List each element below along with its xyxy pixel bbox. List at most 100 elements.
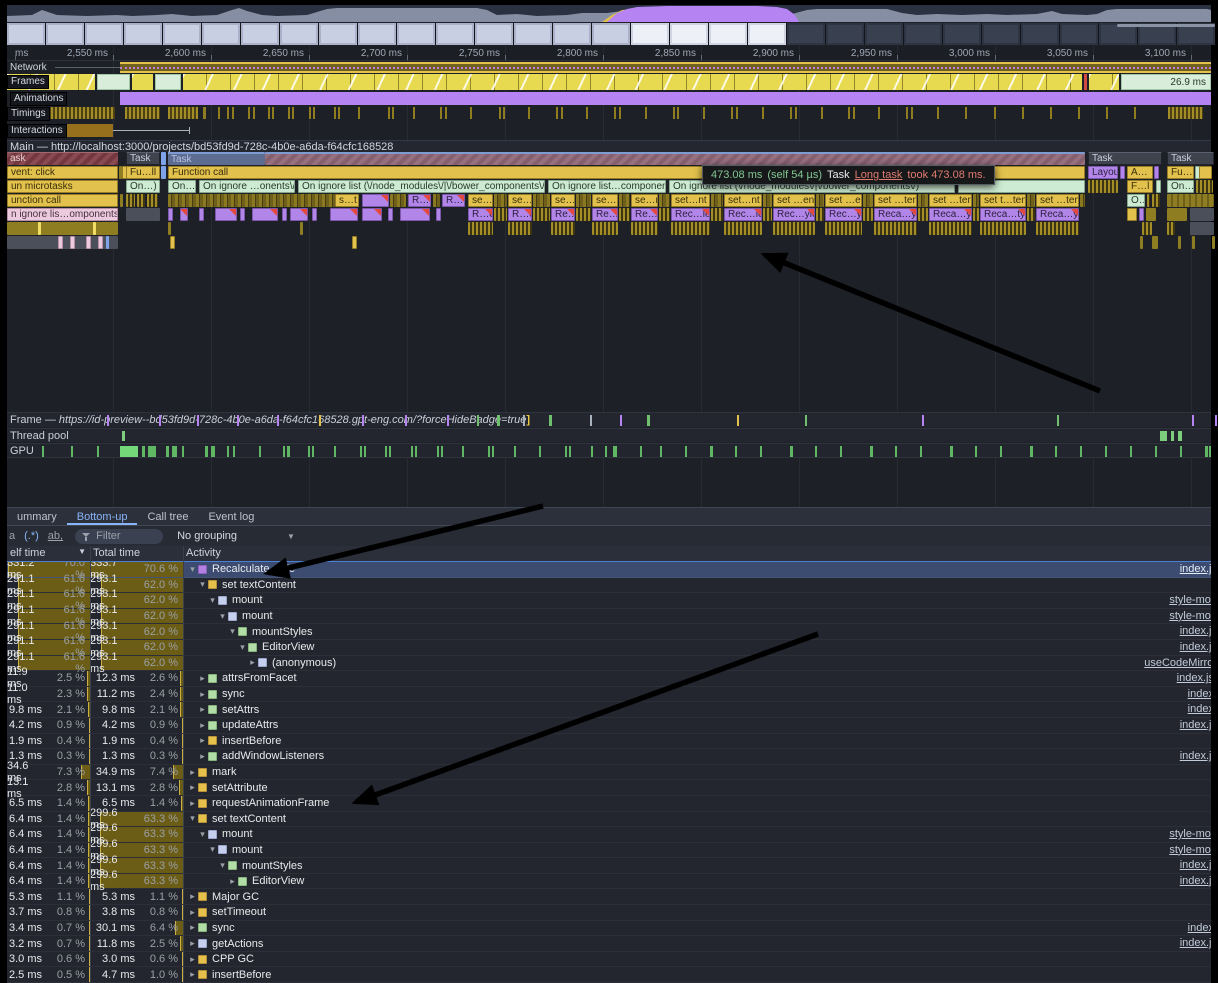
filmstrip-thumbnail[interactable] xyxy=(553,23,591,45)
source-link[interactable]: index.js: xyxy=(1177,672,1211,684)
column-self-time[interactable]: elf time ▼ xyxy=(7,546,90,561)
expand-arrow-icon[interactable]: ▸ xyxy=(197,751,208,762)
column-divider[interactable] xyxy=(183,546,184,983)
table-row[interactable]: 13.1 ms2.8 %13.1 ms2.8 %▸setAttribute xyxy=(7,780,1211,796)
expand-arrow-icon[interactable]: ▸ xyxy=(187,782,198,793)
filmstrip-thumbnail[interactable] xyxy=(46,23,84,45)
table-row[interactable]: 2.5 ms0.5 %4.7 ms1.0 %▸insertBefore xyxy=(7,967,1211,983)
expand-arrow-icon[interactable]: ▸ xyxy=(187,969,198,980)
main-thread-header[interactable]: Main — http://localhost:3000/projects/bd… xyxy=(7,140,1211,152)
table-row[interactable]: 291.1 ms61.6 %293.1 ms62.0 %▾mountstyle-… xyxy=(7,609,1211,625)
filmstrip-thumbnail[interactable] xyxy=(280,23,318,45)
collapse-arrow-icon[interactable]: ▾ xyxy=(217,611,228,622)
table-row[interactable]: 291.1 ms61.6 %293.1 ms62.0 %▾set textCon… xyxy=(7,578,1211,594)
regex-toggle[interactable]: (.*) xyxy=(24,530,39,542)
thread-pool-track[interactable]: Thread pool xyxy=(7,428,1211,442)
table-row[interactable]: 3.0 ms0.6 %3.0 ms0.6 %▸CPP GC xyxy=(7,952,1211,968)
table-row[interactable]: 34.6 ms7.3 %34.9 ms7.4 %▸mark xyxy=(7,765,1211,781)
collapse-arrow-icon[interactable]: ▾ xyxy=(237,642,248,653)
filter-input[interactable]: Filter xyxy=(75,529,163,544)
gpu-track[interactable]: GPU xyxy=(7,443,1211,458)
tab-ummary[interactable]: ummary xyxy=(7,508,67,525)
expand-arrow-icon[interactable]: ▸ xyxy=(247,657,258,668)
expand-arrow-icon[interactable]: ▸ xyxy=(187,922,198,933)
frames-segment[interactable] xyxy=(1089,74,1119,90)
filmstrip-thumbnail[interactable] xyxy=(7,23,45,45)
filmstrip-thumbnail[interactable] xyxy=(358,23,396,45)
table-row[interactable]: 1.3 ms0.3 %1.3 ms0.3 %▸addWindowListener… xyxy=(7,749,1211,765)
grouping-select[interactable]: No grouping xyxy=(177,530,237,542)
source-link[interactable]: index.js xyxy=(1180,563,1211,575)
source-link[interactable]: style-mod xyxy=(1169,844,1211,856)
filmstrip-thumbnail[interactable] xyxy=(475,23,513,45)
filmstrip-thumbnail[interactable] xyxy=(514,23,552,45)
collapse-arrow-icon[interactable]: ▾ xyxy=(197,829,208,840)
expand-arrow-icon[interactable]: ▸ xyxy=(197,689,208,700)
track-interactions[interactable]: Interactions xyxy=(7,124,1211,137)
collapse-arrow-icon[interactable]: ▾ xyxy=(207,595,218,606)
source-link[interactable]: index.js xyxy=(1180,625,1211,637)
source-link[interactable]: index.js xyxy=(1180,719,1211,731)
filmstrip-thumbnail[interactable] xyxy=(241,23,279,45)
expand-arrow-icon[interactable]: ▸ xyxy=(187,891,198,902)
tooltip-long-task-link[interactable]: Long task xyxy=(855,169,903,181)
source-link[interactable]: index.js xyxy=(1180,750,1211,762)
source-link[interactable]: style-mod xyxy=(1169,828,1211,840)
filmstrip-thumbnail[interactable] xyxy=(748,23,786,45)
track-frames[interactable]: Frames 26.9 ms xyxy=(7,74,1211,90)
filmstrip-thumbnail[interactable] xyxy=(1060,23,1098,45)
track-animations[interactable]: Animations xyxy=(7,92,1211,105)
table-row[interactable]: 3.2 ms0.7 %11.8 ms2.5 %▸getActionsindex.… xyxy=(7,936,1211,952)
expand-arrow-icon[interactable]: ▸ xyxy=(197,720,208,731)
source-link[interactable]: style-mod xyxy=(1169,594,1211,606)
column-divider[interactable] xyxy=(90,546,91,983)
table-row[interactable]: 291.1 ms61.6 %293.1 ms62.0 %▸(anonymous)… xyxy=(7,656,1211,672)
frames-segment[interactable] xyxy=(155,74,181,90)
tab-event-log[interactable]: Event log xyxy=(198,508,264,525)
tab-call-tree[interactable]: Call tree xyxy=(137,508,198,525)
table-row[interactable]: 4.2 ms0.9 %4.2 ms0.9 %▸updateAttrsindex.… xyxy=(7,718,1211,734)
table-row[interactable]: 6.4 ms1.4 %299.6 ms63.3 %▾set textConten… xyxy=(7,812,1211,828)
column-total-time[interactable]: Total time xyxy=(90,546,183,561)
filmstrip-thumbnail[interactable] xyxy=(397,23,435,45)
source-link[interactable]: index. xyxy=(1188,703,1211,715)
animations-bar[interactable] xyxy=(120,92,1211,105)
table-row[interactable]: 291.1 ms61.6 %293.1 ms62.0 %▾mountStyles… xyxy=(7,624,1211,640)
filmstrip-thumbnail[interactable] xyxy=(436,23,474,45)
expand-arrow-icon[interactable]: ▸ xyxy=(227,876,238,887)
filmstrip-thumbnail[interactable] xyxy=(982,23,1020,45)
source-link[interactable]: style-mod xyxy=(1169,610,1211,622)
source-link[interactable]: index. xyxy=(1188,922,1211,934)
filmstrip-thumbnail[interactable] xyxy=(592,23,630,45)
expand-arrow-icon[interactable]: ▸ xyxy=(187,907,198,918)
filmstrip-thumbnail[interactable] xyxy=(202,23,240,45)
filmstrip-thumbnail[interactable] xyxy=(826,23,864,45)
filmstrip-thumbnail[interactable] xyxy=(943,23,981,45)
expand-arrow-icon[interactable]: ▸ xyxy=(187,954,198,965)
table-row[interactable]: 6.4 ms1.4 %299.6 ms63.3 %▸EditorViewinde… xyxy=(7,874,1211,890)
source-link[interactable]: index.js xyxy=(1180,641,1211,653)
frames-segment[interactable] xyxy=(97,74,130,90)
filmstrip-thumbnail[interactable] xyxy=(1021,23,1059,45)
cpu-overview-strip[interactable] xyxy=(7,5,1211,22)
table-row[interactable]: 6.4 ms1.4 %299.6 ms63.3 %▾mountstyle-mod xyxy=(7,843,1211,859)
table-row[interactable]: 6.5 ms1.4 %6.5 ms1.4 %▸requestAnimationF… xyxy=(7,796,1211,812)
table-row[interactable]: 9.8 ms2.1 %9.8 ms2.1 %▸setAttrsindex. xyxy=(7,702,1211,718)
filmstrip-thumbnail[interactable] xyxy=(631,23,669,45)
source-link[interactable]: index. xyxy=(1188,688,1211,700)
frames-segment[interactable] xyxy=(132,74,153,90)
filmstrip-thumbnail[interactable] xyxy=(124,23,162,45)
table-row[interactable]: 1.9 ms0.4 %1.9 ms0.4 %▸insertBefore xyxy=(7,734,1211,750)
expand-arrow-icon[interactable]: ▸ xyxy=(197,673,208,684)
source-link[interactable]: useCodeMirror xyxy=(1144,657,1211,669)
collapse-arrow-icon[interactable]: ▾ xyxy=(187,564,198,575)
filmstrip-thumbnail[interactable] xyxy=(865,23,903,45)
track-network[interactable]: Network xyxy=(7,62,1211,73)
expand-arrow-icon[interactable]: ▸ xyxy=(197,704,208,715)
source-link[interactable]: index.js xyxy=(1180,859,1211,871)
table-row[interactable]: 5.3 ms1.1 %5.3 ms1.1 %▸Major GC xyxy=(7,889,1211,905)
screenshot-filmstrip[interactable] xyxy=(7,23,1211,45)
filmstrip-thumbnail[interactable] xyxy=(163,23,201,45)
filmstrip-thumbnail[interactable] xyxy=(787,23,825,45)
collapse-arrow-icon[interactable]: ▾ xyxy=(197,579,208,590)
